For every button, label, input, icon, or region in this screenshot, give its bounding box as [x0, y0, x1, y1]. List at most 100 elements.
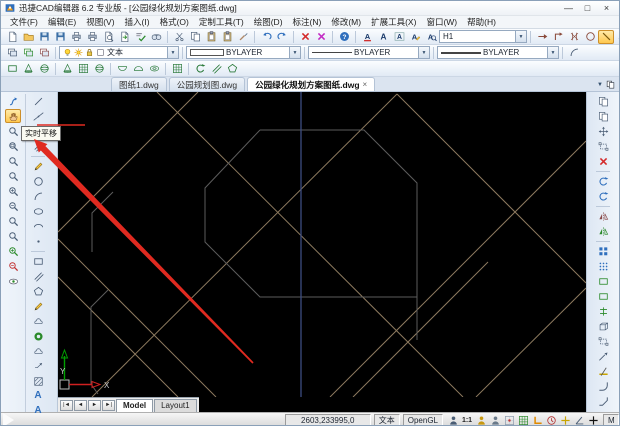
chamfer-button[interactable] — [595, 394, 611, 408]
quick-print-button[interactable] — [84, 30, 100, 44]
snap-parallel-button[interactable] — [614, 30, 620, 44]
tab-list-button[interactable]: ▼ — [597, 82, 603, 88]
text-style-button[interactable] — [359, 30, 375, 44]
layout-tab-layout1[interactable]: Layout1 — [154, 399, 196, 412]
rotate-copy-button[interactable] — [595, 189, 611, 203]
rotate-button[interactable] — [595, 174, 611, 188]
copy-button[interactable] — [595, 94, 611, 108]
menu-item-2[interactable]: 编辑(E) — [43, 16, 81, 28]
renderer-button[interactable]: OpenGL — [403, 414, 443, 426]
menu-item-7[interactable]: 绘图(D) — [249, 16, 288, 28]
menu-item-1[interactable]: 文件(F) — [5, 16, 43, 28]
multiline-button[interactable] — [30, 139, 46, 153]
layer-states-button[interactable] — [20, 46, 36, 60]
edit-polyline-button[interactable] — [30, 299, 46, 313]
open-file-button[interactable] — [20, 30, 36, 44]
copy-clip-button[interactable] — [187, 30, 203, 44]
surface-mesh-sphere-button[interactable] — [91, 62, 107, 76]
layout-nav-2-button[interactable]: ◄ — [74, 400, 87, 411]
menu-item-12[interactable]: 帮助(H) — [462, 16, 501, 28]
surface-edge-button[interactable] — [224, 62, 240, 76]
construction-line-button[interactable] — [30, 109, 46, 123]
multiline-text-button[interactable] — [391, 30, 407, 44]
status-overflow[interactable]: M — [603, 414, 619, 426]
aerial-view-button[interactable] — [5, 274, 21, 288]
lineweight-combo[interactable]: BYLAYER ▼ — [437, 46, 559, 59]
layer-previous-button[interactable] — [36, 46, 52, 60]
text-style-combo[interactable]: H1 ▼ — [439, 30, 527, 43]
find-button[interactable] — [148, 30, 164, 44]
surface-revolved-button[interactable] — [192, 62, 208, 76]
mirror-copy-button[interactable] — [595, 224, 611, 238]
sketch-button[interactable] — [30, 159, 46, 173]
leader-button[interactable] — [30, 359, 46, 373]
undo-button[interactable] — [258, 30, 274, 44]
surface-ruled-button[interactable] — [208, 62, 224, 76]
zoom-object-button[interactable] — [5, 259, 21, 273]
polyline-button[interactable] — [30, 269, 46, 283]
menu-item-9[interactable]: 修改(M) — [326, 16, 366, 28]
explode-button[interactable] — [595, 319, 611, 333]
polar-toggle-button[interactable] — [544, 413, 558, 426]
zoom-realtime-button[interactable] — [5, 94, 21, 108]
spell-check-button[interactable] — [132, 30, 148, 44]
zoom-in-button[interactable] — [5, 184, 21, 198]
menu-item-11[interactable]: 窗口(W) — [421, 16, 462, 28]
extend-button[interactable] — [595, 349, 611, 363]
doc-tab-2[interactable]: 公园规划图.dwg — [169, 77, 245, 91]
print-preview-button[interactable] — [100, 30, 116, 44]
save-all-button[interactable] — [52, 30, 68, 44]
stretch-button[interactable] — [595, 274, 611, 288]
menu-item-6[interactable]: 定制工具(T) — [194, 16, 249, 28]
surface-3d-mesh-button[interactable] — [169, 62, 185, 76]
layer-combo[interactable]: 文本 ▼ — [59, 46, 179, 59]
format-painter-button[interactable] — [235, 30, 251, 44]
export-button[interactable] — [116, 30, 132, 44]
surface-sphere-button[interactable] — [36, 62, 52, 76]
surface-cone-button[interactable] — [59, 62, 75, 76]
grid-toggle-button[interactable] — [516, 413, 530, 426]
zoom-center-button[interactable] — [5, 229, 21, 243]
status-user-edit-button[interactable] — [488, 413, 502, 426]
zoom-all-button[interactable] — [5, 214, 21, 228]
find-text-button[interactable] — [423, 30, 439, 44]
linetype-combo[interactable]: BYLAYER ▼ — [308, 46, 430, 59]
color-combo[interactable]: BYLAYER ▼ — [186, 46, 301, 59]
surface-box-button[interactable] — [4, 62, 20, 76]
zoom-window-button[interactable] — [5, 139, 21, 153]
redo-button[interactable] — [274, 30, 290, 44]
doc-tab-3[interactable]: 公园绿化规划方案图纸.dwg× — [247, 77, 375, 91]
status-user-alt-button[interactable] — [474, 413, 488, 426]
minimize-button[interactable]: — — [560, 2, 577, 14]
zoom-extents-button[interactable] — [5, 244, 21, 258]
arc-button[interactable] — [30, 189, 46, 203]
surface-pyramid-button[interactable] — [20, 62, 36, 76]
rectangle-button[interactable] — [30, 254, 46, 268]
paste-button[interactable] — [203, 30, 219, 44]
arc-tool-button[interactable] — [566, 46, 582, 60]
ortho-toggle-button[interactable] — [530, 413, 544, 426]
menu-item-5[interactable]: 格式(O) — [155, 16, 194, 28]
layout-nav-1-button[interactable]: |◄ — [60, 400, 73, 411]
zoom-dynamic-button[interactable] — [5, 154, 21, 168]
snap-endpoint-button[interactable] — [534, 30, 550, 44]
status-user-button[interactable] — [446, 413, 460, 426]
pan-realtime-button[interactable] — [5, 109, 21, 123]
trim-button[interactable] — [595, 364, 611, 378]
snap-intersection-button[interactable] — [566, 30, 582, 44]
wipeout-button[interactable] — [30, 344, 46, 358]
scale-button[interactable] — [595, 334, 611, 348]
osnap-toggle-button[interactable] — [558, 413, 572, 426]
edit-text-button[interactable] — [407, 30, 423, 44]
single-text-button[interactable]: A — [30, 389, 46, 403]
snap-nearest-button[interactable] — [598, 30, 614, 44]
help-button[interactable] — [336, 30, 352, 44]
circle-button[interactable] — [30, 174, 46, 188]
donut-button[interactable] — [30, 329, 46, 343]
move-button[interactable] — [595, 124, 611, 138]
lengthen-button[interactable] — [595, 289, 611, 303]
zoom-previous-button[interactable] — [5, 124, 21, 138]
new-file-button[interactable] — [4, 30, 20, 44]
ellipse-arc-button[interactable] — [30, 219, 46, 233]
mirror-button[interactable] — [595, 209, 611, 223]
